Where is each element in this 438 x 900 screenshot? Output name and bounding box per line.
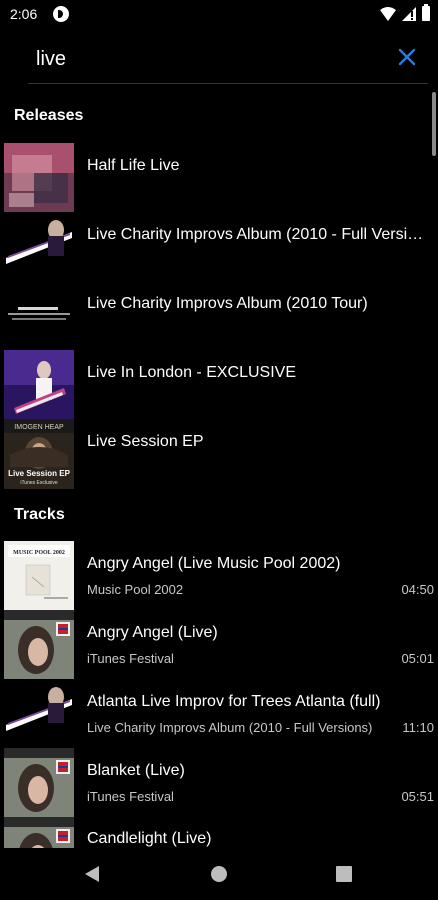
release-title: Live Charity Improvs Album (2010 - Full … <box>87 226 430 243</box>
wifi-icon <box>380 6 396 21</box>
track-art-charity <box>4 679 74 748</box>
status-bar: 2:06 <box>0 0 438 30</box>
search-input[interactable] <box>36 46 376 72</box>
release-item-charity-full[interactable]: Live Charity Improvs Album (2010 - Full … <box>0 212 430 282</box>
scrollbar[interactable] <box>432 92 436 156</box>
track-art-itunes-festival <box>4 748 74 817</box>
section-header-tracks: Tracks <box>14 506 65 523</box>
release-title: Live Session EP <box>87 433 204 450</box>
back-icon[interactable] <box>84 865 100 883</box>
recents-icon[interactable] <box>336 866 352 882</box>
system-nav-bar <box>0 848 438 900</box>
release-art-session-ep: IMOGEN HEAP Live Session EP iTunes Exclu… <box>4 419 74 489</box>
track-title: Angry Angel (Live Music Pool 2002) <box>87 555 341 572</box>
release-title: Live Charity Improvs Album (2010 Tour) <box>87 295 368 312</box>
track-album: Music Pool 2002 <box>87 582 184 597</box>
release-art-charity-full <box>4 212 74 282</box>
release-item-charity-tour[interactable]: Live Charity Improvs Album (2010 Tour) <box>0 281 430 351</box>
art-subtitle-text: iTunes Exclusive <box>20 480 58 486</box>
track-art-music-pool: MUSIC POOL 2002 <box>4 541 74 610</box>
art-title-text: Live Session EP <box>8 469 70 478</box>
track-title: Candlelight (Live) <box>87 830 212 847</box>
release-title: Live In London - EXCLUSIVE <box>87 364 297 381</box>
close-icon[interactable] <box>396 46 418 68</box>
release-art-london <box>4 350 74 420</box>
release-item-live-in-london[interactable]: Live In London - EXCLUSIVE <box>0 350 430 420</box>
section-header-releases: Releases <box>14 107 84 124</box>
track-title: Blanket (Live) <box>87 762 185 779</box>
signal-icon <box>402 6 416 21</box>
track-item-candlelight-live[interactable]: Candlelight (Live) <box>0 817 438 848</box>
track-item-atlanta-live-improv[interactable]: Atlanta Live Improv for Trees Atlanta (f… <box>0 679 438 748</box>
release-item-live-session-ep[interactable]: IMOGEN HEAP Live Session EP iTunes Exclu… <box>0 419 430 489</box>
track-art-itunes-festival <box>4 817 74 848</box>
release-art-half-life <box>4 143 74 213</box>
search-bar <box>28 38 428 84</box>
track-album: iTunes Festival <box>87 789 174 804</box>
track-duration: 04:50 <box>401 582 434 597</box>
track-title: Angry Angel (Live) <box>87 624 218 641</box>
release-art-charity-tour <box>4 281 74 351</box>
home-icon[interactable] <box>211 866 227 882</box>
release-title: Half Life Live <box>87 157 180 174</box>
status-time: 2:06 <box>10 6 38 22</box>
track-art-itunes-festival <box>4 610 74 679</box>
track-item-angry-angel-live[interactable]: Angry Angel (Live) iTunes Festival 05:01 <box>0 610 438 679</box>
track-album: iTunes Festival <box>87 651 174 666</box>
track-duration: 05:01 <box>401 651 434 666</box>
track-album: Live Charity Improvs Album (2010 - Full … <box>87 720 373 735</box>
track-title: Atlanta Live Improv for Trees Atlanta (f… <box>87 693 381 710</box>
app-notification-icon <box>53 6 69 22</box>
battery-icon <box>422 4 430 21</box>
release-item-half-life-live[interactable]: Half Life Live <box>0 143 430 213</box>
status-icons <box>380 4 430 21</box>
track-duration: 05:51 <box>401 789 434 804</box>
track-item-angry-angel-music-pool[interactable]: MUSIC POOL 2002 Angry Angel (Live Music … <box>0 541 438 610</box>
track-item-blanket-live[interactable]: Blanket (Live) iTunes Festival 05:51 <box>0 748 438 817</box>
art-brand-text: IMOGEN HEAP <box>14 424 64 431</box>
art-title-text: MUSIC POOL 2002 <box>13 550 65 556</box>
track-duration: 11:10 <box>402 720 434 735</box>
